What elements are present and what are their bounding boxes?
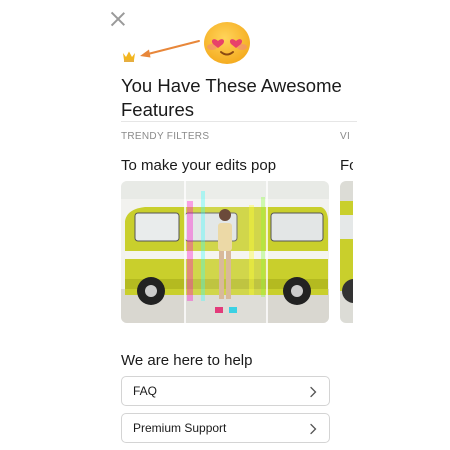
help-section-title: We are here to help (121, 352, 253, 369)
feature-preview-image (340, 181, 353, 323)
feature-card-trendy-filters[interactable]: TRENDY FILTERS To make your edits pop (121, 131, 329, 323)
crown-icon (123, 51, 135, 62)
premium-support-button[interactable]: Premium Support (121, 413, 330, 443)
close-button[interactable] (110, 11, 126, 27)
feature-category: TRENDY FILTERS (121, 131, 210, 142)
feature-category: VI (340, 131, 351, 142)
chevron-right-icon (310, 423, 317, 435)
faq-button[interactable]: FAQ (121, 376, 330, 406)
chevron-right-icon (310, 386, 317, 398)
feature-preview-image (121, 181, 329, 323)
premium-support-label: Premium Support (133, 421, 227, 435)
heart-eyes-emoji (204, 22, 250, 64)
page-title: You Have These Awesome Features (121, 75, 342, 120)
features-carousel[interactable]: TRENDY FILTERS To make your edits pop VI… (121, 131, 353, 331)
feature-card-next[interactable]: VI Fo (340, 131, 353, 323)
title-divider (121, 121, 357, 122)
arrow-icon (140, 40, 200, 58)
feature-heading: To make your edits pop (121, 157, 277, 174)
faq-label: FAQ (133, 384, 158, 398)
feature-heading: Fo (340, 157, 353, 174)
